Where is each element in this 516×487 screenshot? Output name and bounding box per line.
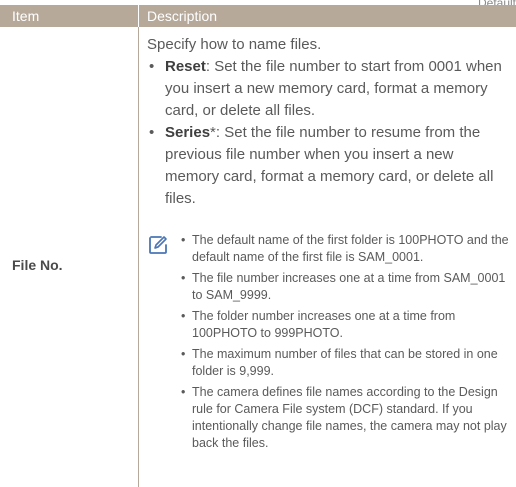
bullet-icon: • — [181, 347, 186, 361]
bullet-icon: • — [181, 233, 186, 247]
bullet-icon: • — [181, 385, 186, 399]
header-item: Item — [12, 8, 40, 24]
bullet-icon: • — [181, 309, 186, 323]
description-intro: Specify how to name files. — [147, 36, 322, 53]
bullet-icon: • — [149, 124, 155, 141]
row-description: Specify how to name files. • Reset: Set … — [147, 34, 507, 210]
header-divider — [138, 5, 139, 27]
option-term: Series — [165, 124, 211, 141]
note-list: • The default name of the first folder is… — [181, 232, 512, 456]
header-description: Description — [147, 8, 218, 24]
bullet-icon: • — [181, 271, 186, 285]
option-term: Reset — [165, 58, 206, 75]
option-text: : Set the file number to start from 0001… — [165, 58, 502, 119]
note-item: • The maximum number of files that can be… — [181, 347, 498, 378]
note-pencil-icon — [147, 234, 169, 256]
column-divider — [138, 27, 139, 487]
note-item: • The file number increases one at a time… — [181, 271, 506, 302]
table-header: Item Description — [0, 5, 516, 27]
note-item: • The camera defines file names according… — [181, 385, 507, 450]
note-item: • The default name of the first folder is… — [181, 233, 509, 264]
bullet-icon: • — [149, 58, 155, 75]
option-series: • Series*: Set the file number to resume… — [147, 122, 507, 210]
note-item: • The folder number increases one at a ti… — [181, 309, 456, 340]
row-item-name: File No. — [12, 257, 63, 273]
option-list: • Reset: Set the file number to start fr… — [147, 56, 507, 210]
option-reset: • Reset: Set the file number to start fr… — [147, 56, 507, 122]
